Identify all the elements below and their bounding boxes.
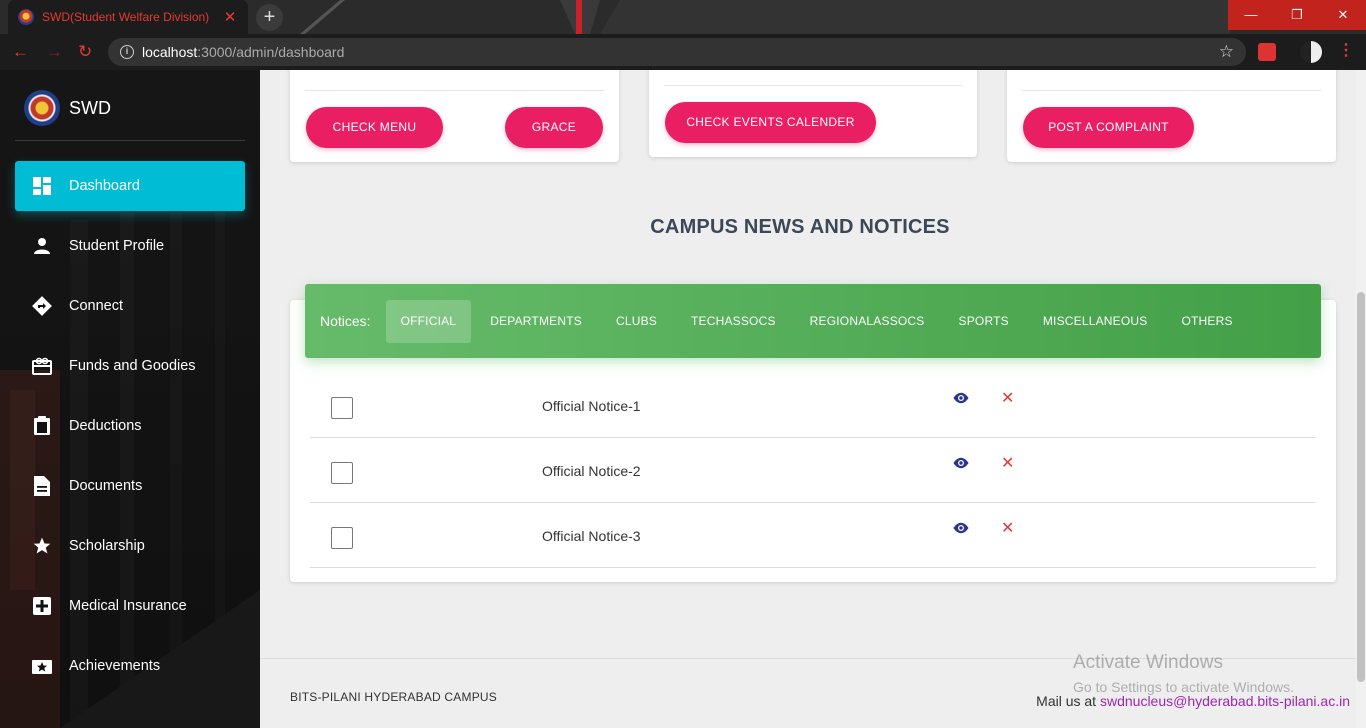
sidebar-item-funds-and-goodies[interactable]: Funds and Goodies — [15, 341, 245, 391]
delete-x-icon[interactable]: ✕ — [1001, 518, 1014, 538]
mail-link[interactable]: swdnucleus@hyderabad.bits-pilani.ac.in — [1100, 693, 1350, 709]
grace-button[interactable]: GRACE — [505, 107, 603, 148]
forward-arrow-icon[interactable]: → — [46, 42, 63, 62]
sidebar-item-label: Medical Insurance — [69, 598, 187, 614]
directions-icon — [32, 296, 52, 316]
tab-departments[interactable]: DEPARTMENTS — [475, 300, 597, 343]
card-divider — [1022, 90, 1321, 91]
sidebar-item-label: Achievements — [69, 658, 161, 674]
notice-title: Official Notice-1 — [542, 398, 641, 414]
sidebar-item-label: Connect — [69, 298, 124, 314]
back-arrow-icon[interactable]: ← — [12, 42, 29, 62]
person-icon — [32, 236, 52, 256]
star-icon — [32, 536, 52, 556]
table-row: Official Notice-3 ✕ — [310, 503, 1316, 568]
reload-icon[interactable]: ↻ — [78, 42, 92, 62]
browser-tab-strip: SWD(Student Welfare Division) ✕ + — ❐ ✕ — [0, 0, 1366, 34]
sidebar-item-label: Scholarship — [69, 538, 145, 554]
sidebar-divider — [15, 140, 245, 141]
swd-favicon-icon — [18, 9, 34, 25]
sidebar-item-label: Deductions — [69, 418, 142, 434]
tab-miscellaneous[interactable]: MISCELLANEOUS — [1028, 300, 1163, 343]
brand-text: SWD — [69, 97, 111, 118]
main-content: CHECK MENU GRACE CHECK EVENTS CALENDER P… — [260, 70, 1356, 728]
dashboard-icon — [32, 176, 52, 196]
tab-techassocs[interactable]: TECHASSOCS — [676, 300, 791, 343]
check-events-calendar-button[interactable]: CHECK EVENTS CALENDER — [665, 102, 876, 143]
profile-avatar[interactable] — [1300, 41, 1322, 63]
minimize-button[interactable]: — — [1228, 0, 1274, 30]
tab-others[interactable]: OTHERS — [1166, 300, 1247, 343]
notice-checkbox[interactable] — [331, 527, 353, 549]
table-row: Official Notice-2 ✕ — [310, 438, 1316, 503]
brand[interactable]: SWD — [24, 90, 111, 126]
close-tab-icon[interactable]: ✕ — [222, 8, 238, 26]
tab-clubs[interactable]: CLUBS — [601, 300, 672, 343]
scrollbar-thumb[interactable] — [1357, 292, 1365, 682]
footer-mail: Mail us at swdnucleus@hyderabad.bits-pil… — [1036, 693, 1350, 709]
tab-regionalassocs[interactable]: REGIONALASSOCS — [795, 300, 940, 343]
tab-title: SWD(Student Welfare Division) — [42, 10, 210, 24]
sidebar: SWD Dashboard Student Profile Connect Fu… — [0, 70, 260, 728]
tabs-label: Notices: — [320, 313, 371, 329]
sidebar-item-achievements[interactable]: Achievements — [15, 641, 245, 691]
bookmark-star-icon[interactable]: ☆ — [1219, 42, 1234, 62]
eye-icon[interactable] — [952, 391, 970, 405]
check-menu-button[interactable]: CHECK MENU — [306, 107, 443, 148]
sidebar-item-documents[interactable]: Documents — [15, 461, 245, 511]
sidebar-item-connect[interactable]: Connect — [15, 281, 245, 331]
eye-icon[interactable] — [952, 456, 970, 470]
tab-sports[interactable]: SPORTS — [944, 300, 1024, 343]
table-row: Official Notice-1 ✕ — [310, 373, 1316, 438]
medical-plus-icon — [32, 596, 52, 616]
eye-icon[interactable] — [952, 521, 970, 535]
restore-button[interactable]: ❐ — [1274, 0, 1320, 30]
site-info-icon[interactable]: i — [120, 45, 134, 59]
document-icon — [32, 476, 52, 496]
sidebar-item-deductions[interactable]: Deductions — [15, 401, 245, 451]
watermark-title: Activate Windows — [1073, 652, 1223, 673]
delete-x-icon[interactable]: ✕ — [1001, 453, 1014, 473]
sidebar-item-student-profile[interactable]: Student Profile — [15, 221, 245, 271]
sidebar-item-label: Documents — [69, 478, 143, 494]
delete-x-icon[interactable]: ✕ — [1001, 388, 1014, 408]
close-window-button[interactable]: ✕ — [1320, 0, 1366, 30]
notice-title: Official Notice-3 — [542, 528, 641, 544]
windows-activation-watermark: Activate Windows Go to Settings to activ… — [1073, 652, 1294, 695]
tab-official[interactable]: OFFICIAL — [385, 299, 472, 343]
notice-checkbox[interactable] — [331, 397, 353, 419]
browser-tab[interactable]: SWD(Student Welfare Division) ✕ — [8, 0, 248, 34]
watermark-subtitle: Go to Settings to activate Windows. — [1073, 679, 1294, 695]
page-scrollbar[interactable] — [1356, 70, 1366, 728]
gift-card-icon — [32, 356, 52, 376]
url-host: localhost — [142, 44, 198, 60]
url-path: :3000/admin/dashboard — [197, 44, 345, 60]
sidebar-item-scholarship[interactable]: Scholarship — [15, 521, 245, 571]
sidebar-item-medical-insurance[interactable]: Medical Insurance — [15, 581, 245, 631]
swd-logo-icon — [24, 90, 60, 126]
sidebar-item-label: Dashboard — [69, 178, 140, 194]
notice-title: Official Notice-2 — [542, 463, 641, 479]
card-divider — [305, 90, 604, 91]
notice-checkbox[interactable] — [331, 462, 353, 484]
notices-tabs-bar: Notices: OFFICIAL DEPARTMENTS CLUBS TECH… — [305, 284, 1321, 358]
browser-menu-icon[interactable]: ⋮ — [1338, 40, 1354, 60]
footer-campus: BITS-PILANI HYDERABAD CAMPUS — [290, 690, 497, 704]
award-icon — [32, 656, 52, 676]
sidebar-item-dashboard[interactable]: Dashboard — [15, 161, 245, 211]
mail-prefix: Mail us at — [1036, 693, 1097, 709]
new-tab-button[interactable]: + — [256, 4, 283, 31]
sidebar-item-label: Student Profile — [69, 238, 165, 254]
events-card: CHECK EVENTS CALENDER — [649, 70, 977, 157]
notices-card: Notices: OFFICIAL DEPARTMENTS CLUBS TECH… — [290, 284, 1336, 582]
post-complaint-button[interactable]: POST A COMPLAINT — [1023, 107, 1194, 148]
card-divider — [664, 85, 962, 86]
address-bar[interactable]: i localhost:3000/admin/dashboard ☆ — [108, 38, 1246, 66]
extension-icon[interactable] — [1258, 43, 1276, 61]
clipboard-icon — [32, 416, 52, 436]
complaint-card: POST A COMPLAINT — [1007, 70, 1336, 162]
section-title: CAMPUS NEWS AND NOTICES — [650, 216, 950, 238]
sidebar-item-label: Funds and Goodies — [69, 358, 196, 374]
menu-card: CHECK MENU GRACE — [290, 70, 619, 162]
